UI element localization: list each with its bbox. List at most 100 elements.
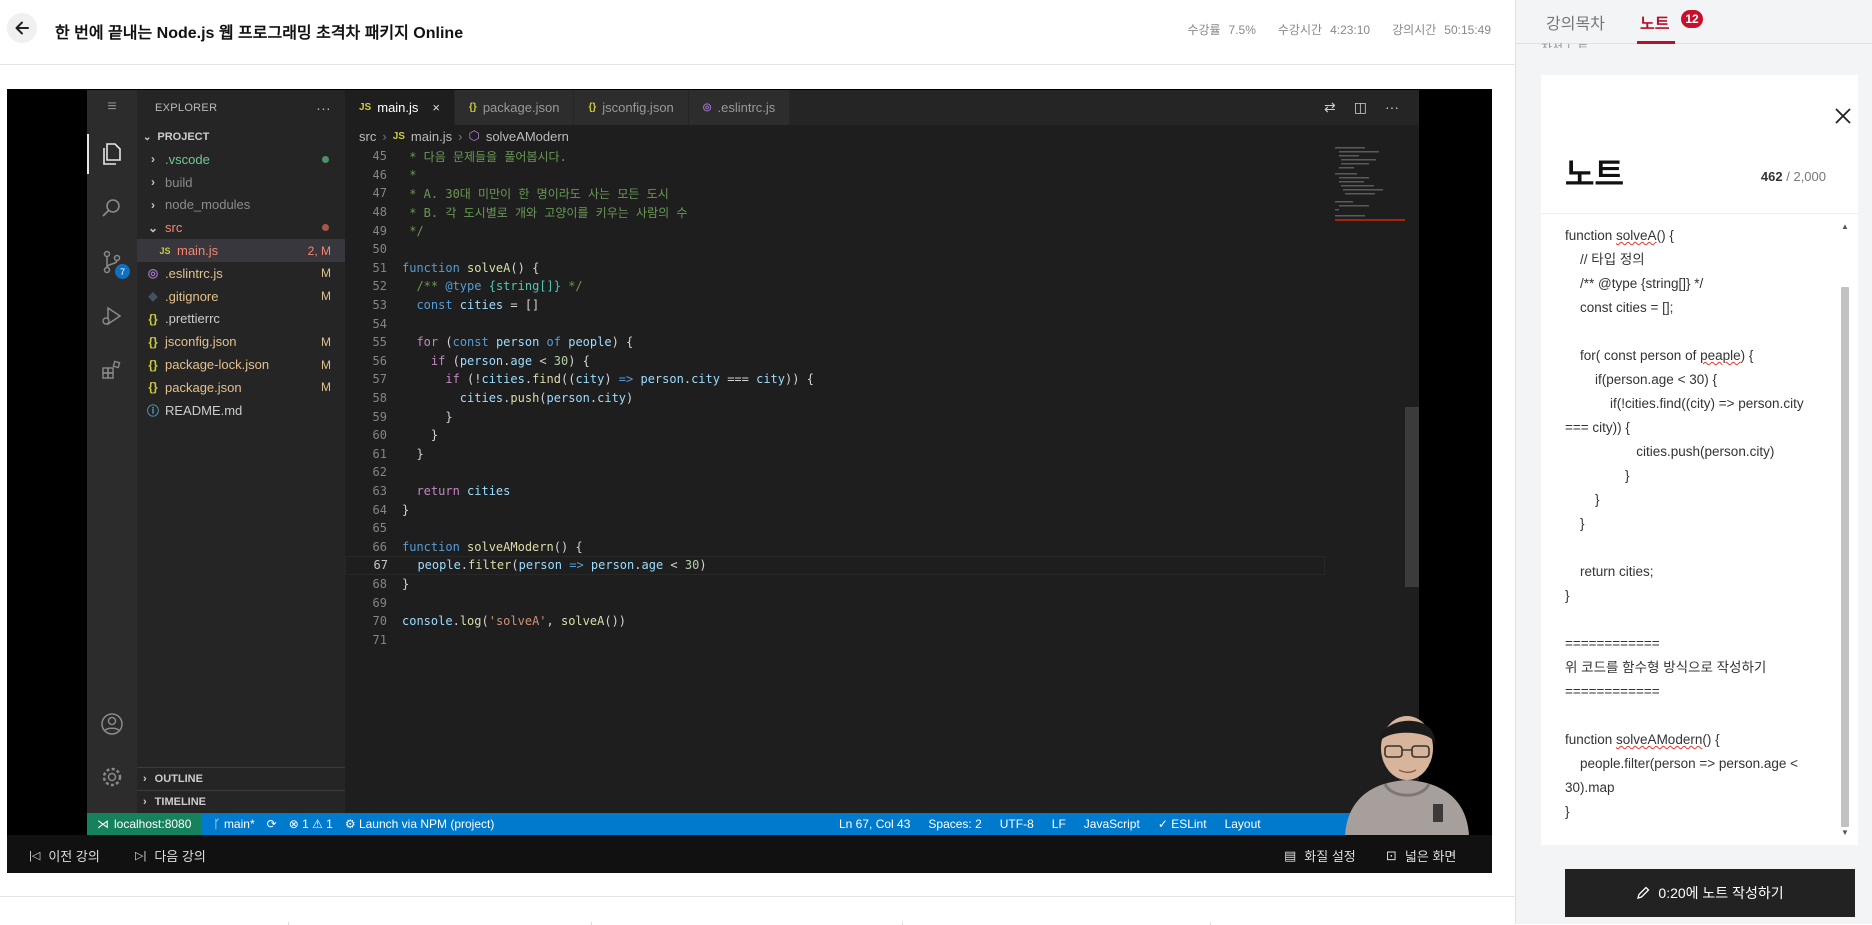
write-note-button[interactable]: 0:20에 노트 작성하기 — [1565, 869, 1855, 917]
lecture-header: 한 번에 끝내는 Node.js 웹 프로그래밍 초격차 패키지 Online … — [0, 0, 1515, 65]
launch-indicator[interactable]: ⚙ Launch via NPM (project) — [345, 817, 494, 831]
close-button[interactable] — [1832, 105, 1854, 127]
line-content: * B. 각 도시별로 개와 고양이를 키우는 사람의 수 — [402, 205, 688, 220]
branch-indicator[interactable]: ᚴ main* — [213, 817, 254, 831]
code-line: 58 cities.push(person.city) — [345, 389, 1325, 408]
search-icon[interactable] — [98, 194, 126, 222]
tab-label: .eslintrc.js — [717, 100, 776, 115]
file-tree-item[interactable]: ⓘ README.md — [137, 399, 345, 422]
note-textarea[interactable]: function solveA() { // 타입 정의 /** @type {… — [1565, 224, 1835, 844]
extensions-icon[interactable] — [98, 356, 126, 384]
close-tab-icon[interactable]: × — [432, 100, 440, 115]
tab-table-of-contents[interactable]: 강의목차 — [1546, 10, 1605, 34]
file-tree-item[interactable]: › .vscode — [137, 148, 345, 171]
project-folder-header[interactable]: ⌄ PROJECT — [137, 126, 345, 148]
chevron-right-icon: › — [151, 152, 155, 167]
file-tree-item[interactable]: › node_modules — [137, 194, 345, 217]
chevron-right-icon: › — [458, 128, 463, 144]
video-player[interactable]: ≡ 7 EXPLORER ··· ⌄ PROJECT › .vscode › b… — [7, 89, 1492, 873]
file-name: src — [165, 220, 183, 236]
code-line: 54 — [345, 314, 1325, 333]
prev-lecture-button[interactable]: |◁ 이전 강의 — [29, 846, 100, 865]
run-debug-icon[interactable] — [98, 302, 126, 330]
code-line: 61 } — [345, 445, 1325, 464]
file-name: build — [165, 174, 193, 190]
status-item[interactable]: ✓ ESLint — [1158, 817, 1207, 831]
timeline-section[interactable]: › TIMELINE — [137, 790, 345, 812]
js-file-icon: JS — [159, 245, 171, 256]
status-item[interactable]: JavaScript — [1084, 817, 1140, 831]
code-area[interactable]: 45 * 다음 문제들을 풀어봅시다. 46 * 47 * A. 30대 미만이 한… — [345, 147, 1325, 813]
status-item[interactable]: UTF-8 — [1000, 817, 1034, 831]
account-icon[interactable] — [98, 710, 126, 738]
line-content: if (person.age < 30) { — [402, 353, 590, 368]
editor-tab[interactable]: {} jsconfig.json — [574, 90, 689, 125]
source-control-icon[interactable]: 7 — [98, 248, 130, 279]
menu-icon[interactable]: ≡ — [98, 93, 126, 121]
note-line: } — [1565, 468, 1630, 483]
outline-section[interactable]: › OUTLINE — [137, 767, 345, 789]
note-line — [1565, 320, 1835, 344]
note-line: } — [1565, 804, 1570, 819]
line-number: 59 — [372, 409, 387, 424]
explorer-icon[interactable] — [87, 134, 126, 174]
cube-icon: ⬡ — [468, 128, 480, 143]
file-tree-item[interactable]: › build — [137, 171, 345, 194]
problems-indicator[interactable]: ⊗ 1 ⚠ 1 — [289, 817, 333, 831]
scroll-down-icon[interactable]: ▼ — [1841, 828, 1849, 837]
note-scrollbar[interactable]: ▲ ▼ — [1841, 222, 1849, 837]
status-right-items: Ln 67, Col 43 Spaces: 2 UTF-8 LF JavaScript ✓… — [839, 817, 1261, 831]
file-tree-item[interactable]: ◎ .eslintrc.js M — [137, 262, 345, 285]
remote-indicator[interactable]: ⋊ localhost:8080 — [87, 813, 202, 835]
next-lecture-button[interactable]: ▷| 다음 강의 — [135, 846, 206, 865]
breadcrumb-item[interactable]: solveAModern — [486, 129, 569, 144]
status-item[interactable]: Ln 67, Col 43 — [839, 817, 910, 831]
code-editor: JS main.js × {} package.json {} jsconfig.json ◎… — [345, 90, 1419, 813]
line-content: } — [402, 576, 410, 591]
sync-icon[interactable]: ⟳ — [267, 817, 277, 831]
editor-tab[interactable]: ◎ .eslintrc.js — [688, 90, 791, 125]
back-button[interactable] — [7, 13, 37, 43]
code-line: 62 — [345, 463, 1325, 482]
breadcrumb-item[interactable]: main.js — [411, 129, 452, 144]
arrow-left-icon — [15, 21, 29, 35]
file-tree-item[interactable]: {} package-lock.json M — [137, 353, 345, 376]
explorer-more-icon[interactable]: ··· — [316, 100, 331, 116]
breadcrumb-item[interactable]: src — [359, 129, 376, 144]
file-tree-item[interactable]: {} package.json M — [137, 376, 345, 399]
more-actions-icon[interactable]: ··· — [1385, 99, 1399, 116]
line-number: 49 — [372, 223, 387, 238]
status-item[interactable]: Spaces: 2 — [928, 817, 981, 831]
file-type-icon: JS — [359, 102, 372, 113]
note-title: 노트 — [1565, 156, 1624, 192]
file-tree-item[interactable]: ⌄ src — [137, 216, 345, 239]
settings-gear-icon[interactable] — [98, 763, 126, 791]
note-line: // 타입 정의 — [1565, 252, 1645, 267]
status-dot — [322, 224, 329, 232]
compare-changes-icon[interactable]: ⇄ — [1324, 99, 1336, 116]
wide-screen-button[interactable]: ⊡ 넓은 화면 — [1386, 846, 1456, 865]
note-line: if(!cities.find((city) => person.city — [1565, 396, 1804, 411]
quality-settings-button[interactable]: ▤ 화질 설정 — [1284, 846, 1356, 865]
quality-icon: ▤ — [1284, 847, 1297, 863]
note-line: people.filter(person => person.age < — [1565, 756, 1799, 771]
editor-tab[interactable]: JS main.js × — [345, 90, 456, 125]
git-status-badge: M — [321, 289, 331, 304]
split-editor-icon[interactable]: ◫ — [1354, 99, 1367, 116]
eslint-file-icon: ◎ — [147, 266, 159, 281]
status-item[interactable]: Layout — [1225, 817, 1261, 831]
file-tree-item[interactable]: {} .prettierrc — [137, 308, 345, 331]
tab-notes[interactable]: 노트 — [1640, 10, 1669, 34]
file-type-icon: {} — [469, 102, 477, 113]
git-status-badge: M — [321, 380, 331, 395]
course-stats: 수강률 7.5% 수강시간 4:23:10 강의시간 50:15:49 — [1187, 21, 1491, 38]
file-tree-item[interactable]: JS main.js 2, M — [137, 239, 345, 262]
file-tree-item[interactable]: ◆ .gitignore M — [137, 285, 345, 308]
file-type-icon: ◎ — [702, 102, 712, 113]
scroll-up-icon[interactable]: ▲ — [1841, 222, 1849, 231]
note-line: function solveAModern() { — [1565, 732, 1720, 747]
line-number: 58 — [372, 391, 387, 406]
file-tree-item[interactable]: {} jsconfig.json M — [137, 330, 345, 353]
status-item[interactable]: LF — [1052, 817, 1066, 831]
editor-tab[interactable]: {} package.json — [455, 90, 575, 125]
